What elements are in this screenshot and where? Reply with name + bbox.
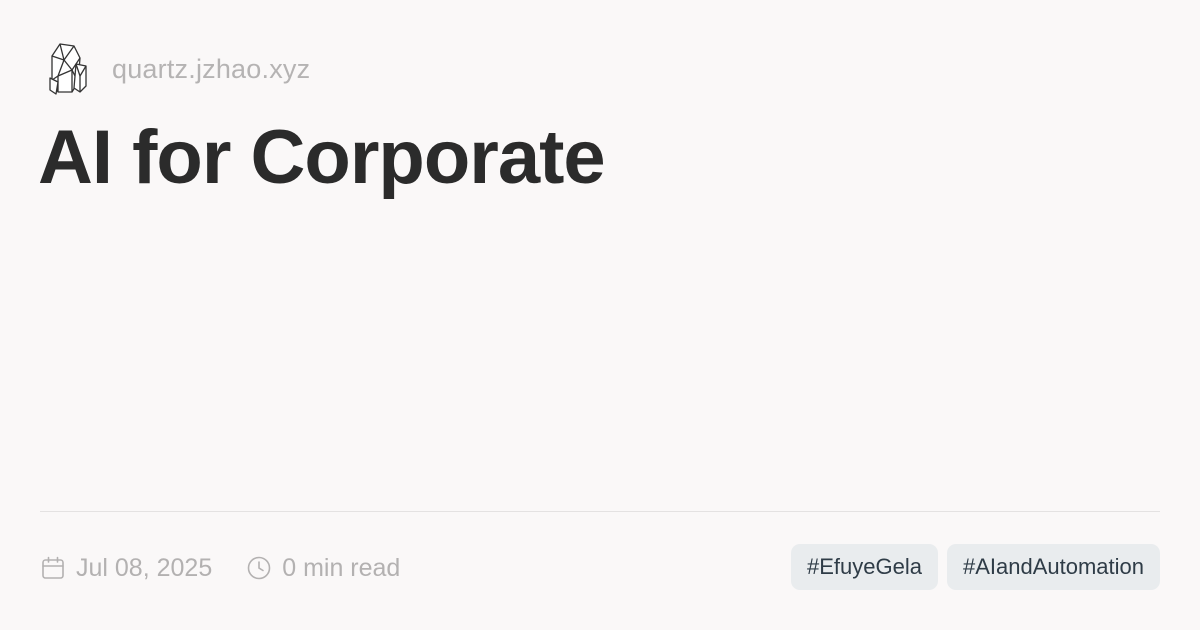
calendar-icon: [40, 555, 66, 581]
clock-icon: [246, 555, 272, 581]
read-time-meta: 0 min read: [246, 554, 400, 583]
site-name[interactable]: quartz.jzhao.xyz: [112, 54, 310, 85]
tag-efuyegela[interactable]: #EfuyeGela: [791, 544, 938, 590]
tag-list: #EfuyeGela #AIandAutomation: [782, 544, 1160, 590]
site-header: quartz.jzhao.xyz: [46, 40, 310, 98]
date-meta: Jul 08, 2025: [40, 554, 212, 583]
divider: [40, 511, 1160, 512]
tag-aiandautomation[interactable]: #AIandAutomation: [946, 544, 1160, 590]
post-meta: Jul 08, 2025 0 min read: [40, 548, 400, 588]
page-title: AI for Corporate: [38, 115, 606, 200]
read-time: 0 min read: [282, 553, 401, 582]
crystal-logo-icon[interactable]: [46, 40, 90, 98]
publish-date: Jul 08, 2025: [76, 553, 213, 582]
